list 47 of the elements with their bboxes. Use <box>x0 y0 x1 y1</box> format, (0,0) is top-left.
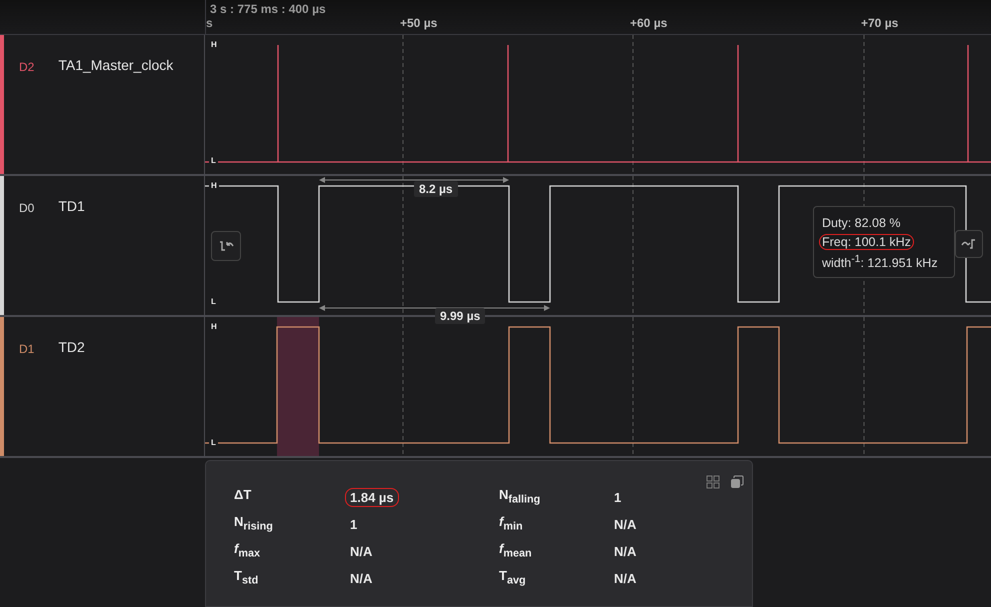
stat-value: N/A <box>613 542 638 560</box>
stat-value: N/A <box>349 542 374 560</box>
time-tick-label: +60 µs <box>630 16 668 30</box>
stat-label: T$_{avg}$ <box>499 568 527 588</box>
channel-name: TD2 <box>58 339 85 355</box>
stat-label: f$_{max}$ <box>234 541 262 561</box>
tooltip-line: width$^{-1}$: 121.951 kHz <box>821 253 939 272</box>
stat-label: T$_{std}$ <box>234 568 260 588</box>
level-low-label: L <box>209 438 218 448</box>
measure-label: 8.2 µs <box>414 181 458 197</box>
stat-label: f$_{min}$ <box>499 514 524 534</box>
time-tick-label: +70 µs <box>861 16 898 30</box>
time-origin-label: 3 s : 775 ms : 400 µs <box>210 2 326 16</box>
stat-label: ΔT <box>234 487 252 504</box>
rising-edge-icon <box>960 237 978 251</box>
tooltip-line: Freq: 100.1 kHz <box>819 234 914 250</box>
level-low-label: L <box>209 297 218 307</box>
level-low-label: L <box>209 156 218 166</box>
stat-value: N/A <box>613 516 638 534</box>
stat-label: f$_{mean}$ <box>499 541 533 561</box>
stat-label: N$_{falling}$ <box>499 487 542 507</box>
time-label: s <box>206 16 213 30</box>
tooltip-line: Duty: 82.08 % <box>821 215 902 231</box>
edge-tool-button[interactable] <box>955 230 983 258</box>
channel-label-panel[interactable]: D2 TA1_Master_clock <box>0 35 205 174</box>
level-high-label: H <box>209 40 219 50</box>
stat-value: N/A <box>613 570 638 588</box>
stat-label: N$_{rising}$ <box>234 514 274 534</box>
level-high-label: H <box>209 181 219 191</box>
channel-name: TA1_Master_clock <box>58 57 174 73</box>
level-high-label: H <box>209 322 219 332</box>
channel-name: TD1 <box>58 198 85 214</box>
stat-value: 1 <box>613 488 622 506</box>
channel-label-panel[interactable]: D0 TD1 <box>0 176 205 315</box>
channel-id: D2 <box>19 60 34 74</box>
edge-tool-button[interactable] <box>211 231 241 261</box>
stat-value: 1 <box>349 516 358 534</box>
measure-label: 9.99 µs <box>435 308 486 324</box>
channel-id: D1 <box>19 342 34 356</box>
channel-label-panel[interactable]: D1 TD2 <box>0 317 205 456</box>
layout-grid-icon[interactable] <box>706 475 720 489</box>
copy-icon[interactable] <box>730 475 744 489</box>
falling-edge-icon <box>217 239 235 253</box>
stat-value: 1.84 µs <box>345 488 399 506</box>
channel-id: D0 <box>19 201 34 215</box>
time-tick-label: +50 µs <box>400 16 438 30</box>
stat-value: N/A <box>349 570 374 588</box>
